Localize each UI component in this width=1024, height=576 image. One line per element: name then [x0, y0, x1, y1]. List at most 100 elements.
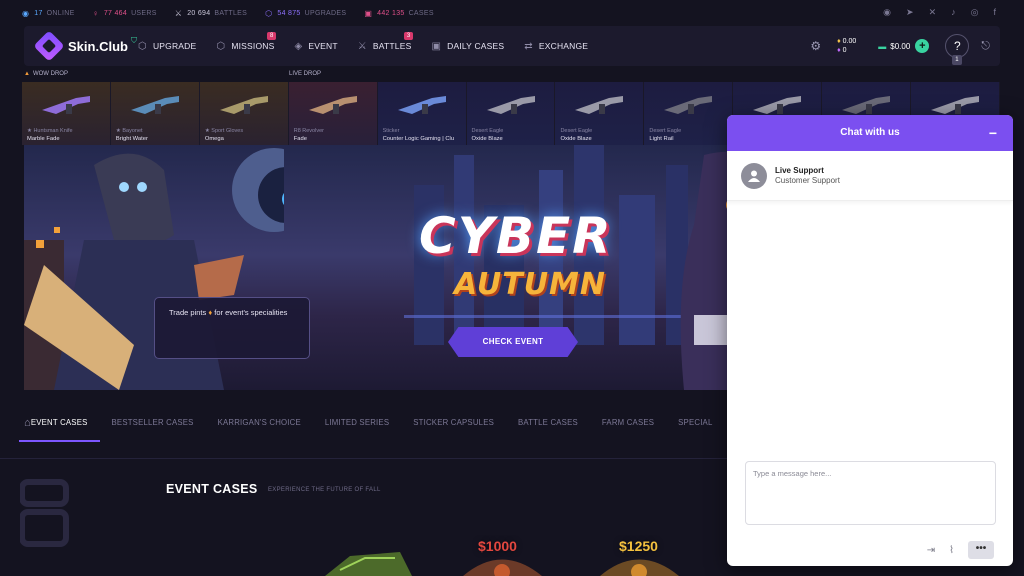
stat-value: 20 694	[187, 9, 211, 17]
drop-category: ★ Bayonet	[115, 128, 143, 134]
wallet-balance[interactable]: ▬ $0.00 +	[878, 39, 930, 53]
drop-item[interactable]: Desert Eagle Oxide Blaze	[466, 82, 556, 145]
nav-missions[interactable]: ⬡ MISSIONS 8	[216, 31, 277, 52]
telegram-icon[interactable]: ➤	[906, 7, 914, 18]
nav-exchange-label: EXCHANGE	[538, 41, 589, 51]
weapon-image	[931, 96, 980, 114]
drop-item[interactable]: ★ Sport Gloves Omega	[199, 82, 289, 145]
weapon-image	[664, 96, 713, 114]
nav-daily-cases[interactable]: ▣ DAILY CASES	[431, 41, 504, 52]
stat-value: 77 464	[103, 9, 128, 17]
main-navigation: Skin.Club ⛉ ⬡ UPGRADE ⬡ MISSIONS 8 ◈ EVENT ⚔…	[24, 26, 1000, 66]
upgrades-icon: ⬡	[265, 8, 273, 18]
minimize-icon[interactable]: −	[989, 115, 997, 151]
nav-battles-label: BATTLES	[372, 41, 412, 51]
weapon-image	[397, 96, 446, 114]
upgrade-icon: ⬡	[138, 40, 147, 52]
gold-coin-icon: ♦	[837, 38, 841, 45]
case-price: $1000	[478, 538, 517, 554]
purple-coin-value: 0	[842, 47, 847, 54]
online-icon: ◉	[22, 8, 30, 18]
tab-battle-cases[interactable]: BATTLE CASES	[518, 404, 578, 442]
drop-category: Sticker	[382, 128, 400, 134]
missions-badge: 8	[266, 31, 277, 40]
battles-icon: ⚔	[174, 8, 183, 18]
fire-icon: ▲	[24, 71, 30, 77]
chat-toolbar: ⇥ ⌇ •••	[927, 541, 994, 559]
tab-event-cases[interactable]: EVENT CASES	[18, 404, 100, 442]
tabs-divider	[0, 458, 730, 459]
drop-name: Light Rail	[649, 136, 674, 142]
add-funds-button[interactable]: +	[915, 39, 930, 53]
stat-label: BATTLES	[214, 9, 248, 17]
event-title-cyber: CYBER	[419, 207, 613, 265]
drop-name: Omega	[204, 136, 224, 142]
balance-value: $0.00	[890, 41, 911, 51]
help-button[interactable]: ? 1	[945, 34, 970, 65]
gear-icon[interactable]: ⚙	[810, 39, 821, 53]
drop-category: R8 Revolver	[293, 128, 324, 134]
coin-balances[interactable]: ♦ 0.00 ♦ 0	[837, 37, 856, 55]
drop-item[interactable]: ★ Huntsman Knife Marble Fade	[22, 82, 111, 145]
nav-exchange[interactable]: ⇄ EXCHANGE	[524, 41, 588, 52]
gold-coin-value: 0.00	[842, 38, 857, 45]
tab-special[interactable]: SPECIAL	[678, 404, 712, 442]
event-icon: ◈	[294, 40, 303, 52]
tiktok-icon[interactable]: ♪	[951, 7, 956, 18]
stat-online: ◉ 17 ONLINE	[22, 9, 75, 18]
nav-upgrade[interactable]: ⬡ UPGRADE	[138, 41, 196, 52]
drop-name: Counter Logic Gaming | Clu	[382, 136, 455, 142]
nav-event[interactable]: ◈ EVENT	[294, 41, 337, 52]
chat-message-input[interactable]: Type a message here...	[745, 461, 996, 525]
drop-category: Desert Eagle	[560, 128, 593, 134]
stat-label: CASES	[408, 9, 434, 17]
battles-icon: ⚔	[357, 40, 367, 52]
exit-chat-icon[interactable]: ⇥	[927, 545, 935, 556]
site-stats-bar: ◉ 17 ONLINE ♀ 77 464 USERS ⚔ 20 694 BATTLES ⬡ 54 8…	[0, 0, 1024, 26]
discord-icon[interactable]: ◉	[883, 7, 891, 18]
chat-agent-info: Live Support Customer Support	[727, 151, 1013, 201]
wow-drop-label: ▲ WOW DROP	[24, 71, 68, 77]
chat-header: Chat with us −	[727, 115, 1013, 151]
x-icon[interactable]: ✕	[929, 7, 937, 18]
logo-text: Skin.Club	[68, 38, 128, 54]
agent-role: Customer Support	[775, 176, 840, 185]
stat-label: UPGRADES	[304, 9, 347, 17]
users-icon: ♀	[92, 8, 99, 18]
battles-badge: 3	[403, 31, 414, 40]
stat-value: 54 875	[277, 9, 301, 17]
case-price: $1250	[619, 538, 658, 554]
stat-value: 442 135	[377, 9, 405, 17]
drop-name: Fade	[293, 136, 307, 142]
section-title: EVENT CASES	[166, 482, 258, 496]
social-links: ◉ ➤ ✕ ♪ ◎ f	[883, 7, 996, 18]
facebook-icon[interactable]: f	[993, 7, 996, 18]
agent-name: Live Support	[775, 166, 824, 175]
site-logo[interactable]: Skin.Club ⛉	[33, 30, 138, 62]
instagram-icon[interactable]: ◎	[971, 7, 979, 18]
weapon-image	[753, 96, 802, 114]
drop-item[interactable]: Sticker Counter Logic Gaming | Clu	[377, 82, 467, 145]
weapon-image	[842, 96, 891, 114]
tab-sticker-capsules[interactable]: STICKER CAPSULES	[413, 404, 494, 442]
tab-farm-cases[interactable]: FARM CASES	[602, 404, 654, 442]
drop-item[interactable]: ★ Bayonet Bright Water	[110, 82, 200, 145]
drop-category: ★ Sport Gloves	[204, 128, 244, 134]
attachment-icon[interactable]: ⌇	[949, 545, 954, 556]
check-event-button[interactable]: CHECK EVENT	[448, 327, 578, 357]
trade-points-info: Trade pints ♦ for event's specialities	[154, 297, 310, 359]
cases-icon: ▣	[364, 8, 373, 18]
logout-icon[interactable]: ⎋	[981, 40, 990, 53]
nav-battles[interactable]: ⚔ BATTLES 3	[357, 31, 414, 52]
drop-item[interactable]: Desert Eagle Oxide Blaze	[555, 82, 645, 145]
exchange-icon: ⇄	[524, 40, 533, 52]
drop-item[interactable]: Desert Eagle Light Rail	[644, 82, 734, 145]
tab-limited-series[interactable]: LIMITED SERIES	[325, 404, 389, 442]
tab-karrigan-s-choice[interactable]: KARRIGAN'S CHOICE	[218, 404, 301, 442]
more-options-button[interactable]: •••	[968, 541, 994, 559]
tab-bestseller-cases[interactable]: BESTSELLER CASES	[112, 404, 194, 442]
drop-name: Oxide Blaze	[560, 136, 592, 142]
drop-item[interactable]: R8 Revolver Fade	[288, 82, 378, 145]
home-icon[interactable]: ⌂	[24, 417, 31, 429]
event-title-autumn: AUTUMN	[454, 267, 607, 302]
